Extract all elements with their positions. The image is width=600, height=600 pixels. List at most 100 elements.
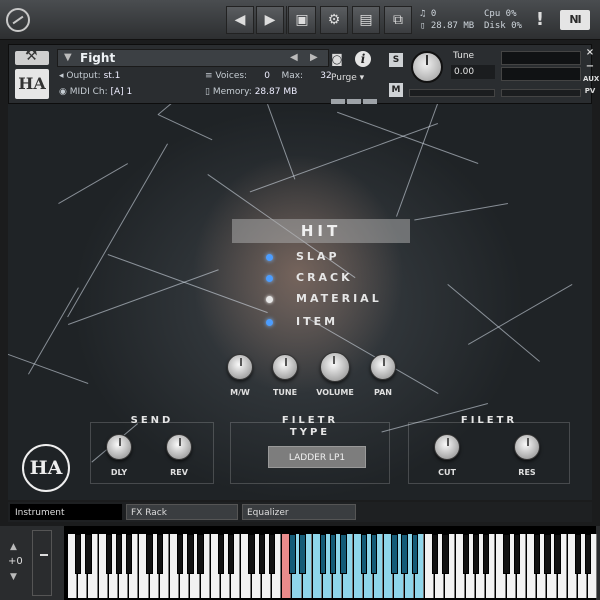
output-label: Output:: [66, 71, 101, 81]
resize-icon[interactable]: ⧉: [384, 6, 412, 34]
max-value[interactable]: 32: [320, 71, 331, 81]
solo-button[interactable]: S: [389, 53, 403, 67]
glass-crack-line: [267, 104, 296, 180]
pitch-wheel[interactable]: [32, 530, 52, 596]
black-key[interactable]: [534, 534, 541, 574]
glass-crack-line: [158, 104, 328, 115]
max-label: Max:: [281, 71, 304, 81]
prev-instrument-icon[interactable]: ◀: [290, 52, 298, 63]
minimize-button[interactable]: −: [583, 61, 597, 72]
black-key[interactable]: [462, 534, 469, 574]
black-key[interactable]: [544, 534, 551, 574]
octave-down-icon[interactable]: ▼: [10, 572, 17, 582]
black-key[interactable]: [442, 534, 449, 574]
black-key[interactable]: [268, 534, 276, 574]
black-key[interactable]: [217, 534, 225, 574]
collapse-icon[interactable]: ▼: [64, 52, 72, 63]
menu-item-label: ITEM: [296, 315, 339, 328]
voices-stat: ♫ 0: [420, 9, 437, 19]
warning-icon[interactable]: !: [530, 6, 550, 34]
glass-crack-line: [8, 342, 89, 384]
layout-icon[interactable]: ▤: [352, 6, 380, 34]
pan-knob[interactable]: [370, 354, 396, 380]
black-key[interactable]: [105, 534, 112, 574]
tune-value[interactable]: 0.00: [451, 65, 495, 79]
keyboard-controls: ▲ +0 ▼: [4, 528, 56, 598]
black-key[interactable]: [75, 534, 82, 574]
menu-led-icon: [266, 254, 273, 261]
black-key[interactable]: [228, 534, 235, 574]
instrument-name-row[interactable]: ▼ Fight ◀ ▶: [57, 49, 329, 67]
pan-slider[interactable]: [409, 89, 495, 97]
black-key[interactable]: [299, 534, 306, 574]
black-key[interactable]: [483, 534, 490, 574]
mw-knob[interactable]: [227, 354, 253, 380]
black-key[interactable]: [370, 534, 378, 574]
glass-crack-line: [28, 287, 79, 375]
black-key[interactable]: [248, 534, 255, 574]
gear-icon[interactable]: ⚙: [320, 6, 348, 34]
pv-button[interactable]: PV: [583, 87, 597, 95]
aux-button[interactable]: AUX: [583, 75, 599, 83]
black-key[interactable]: [585, 534, 592, 574]
black-key[interactable]: [126, 534, 133, 574]
tab-fx-rack[interactable]: FX Rack: [126, 504, 238, 520]
kontakt-logo-icon[interactable]: [6, 8, 30, 32]
camera-icon[interactable]: ◙: [327, 51, 347, 67]
black-key[interactable]: [554, 534, 561, 574]
black-key[interactable]: [146, 534, 153, 574]
tune-knob[interactable]: [411, 51, 443, 83]
black-key[interactable]: [330, 534, 337, 574]
black-key[interactable]: [432, 534, 439, 574]
tab-instrument[interactable]: Instrument: [10, 504, 122, 520]
menu-led-icon: [266, 319, 273, 326]
black-key[interactable]: [187, 534, 194, 574]
volume-knob[interactable]: [320, 352, 350, 382]
disk-stat: Disk 0%: [484, 21, 522, 31]
black-key[interactable]: [177, 534, 184, 574]
next-instrument-icon[interactable]: ▶: [310, 52, 318, 63]
black-key[interactable]: [360, 534, 367, 574]
black-key[interactable]: [411, 534, 418, 574]
filter-type-dropdown[interactable]: LADDER LP1: [268, 446, 366, 468]
black-key[interactable]: [289, 534, 296, 574]
black-key[interactable]: [503, 534, 510, 574]
chevron-right-icon[interactable]: ▶: [256, 6, 284, 34]
volume-slider[interactable]: [501, 89, 581, 97]
black-key[interactable]: [340, 534, 347, 574]
delay-knob[interactable]: [106, 434, 132, 460]
wrench-icon[interactable]: [15, 48, 49, 65]
black-key[interactable]: [401, 534, 408, 574]
close-button[interactable]: ×: [583, 47, 597, 58]
panel-title: HIT: [232, 219, 410, 243]
mute-button[interactable]: M: [389, 83, 403, 97]
purge-label: Purge: [331, 73, 357, 83]
black-key[interactable]: [513, 534, 520, 574]
black-key[interactable]: [574, 534, 582, 574]
tab-equalizer[interactable]: Equalizer: [242, 504, 356, 520]
purge-menu[interactable]: Purge ▾: [331, 71, 379, 85]
black-key[interactable]: [85, 534, 92, 574]
reverb-knob[interactable]: [166, 434, 192, 460]
black-key[interactable]: [391, 534, 398, 574]
black-key[interactable]: [319, 534, 327, 574]
black-key[interactable]: [197, 534, 204, 574]
tune-panel-knob[interactable]: [272, 354, 298, 380]
cutoff-knob[interactable]: [434, 434, 460, 460]
filter-title: FILETR: [460, 415, 518, 426]
info-icon[interactable]: i: [355, 51, 371, 67]
output-field[interactable]: ◂ Output: st.1: [59, 69, 120, 83]
black-key[interactable]: [258, 534, 265, 574]
glass-crack-line: [414, 203, 508, 221]
piano-keyboard[interactable]: [64, 526, 598, 600]
resonance-knob[interactable]: [514, 434, 540, 460]
midi-channel-field[interactable]: ◉ MIDI Ch: [A] 1: [59, 85, 132, 99]
glass-crack-line: [107, 254, 268, 314]
chevron-left-icon[interactable]: ◀: [226, 6, 254, 34]
black-key[interactable]: [156, 534, 163, 574]
octave-up-icon[interactable]: ▲: [10, 542, 17, 552]
black-key[interactable]: [115, 534, 123, 574]
save-icon[interactable]: ▣: [288, 6, 316, 34]
filter-type-title-line2: TYPE: [289, 427, 331, 438]
black-key[interactable]: [472, 534, 480, 574]
